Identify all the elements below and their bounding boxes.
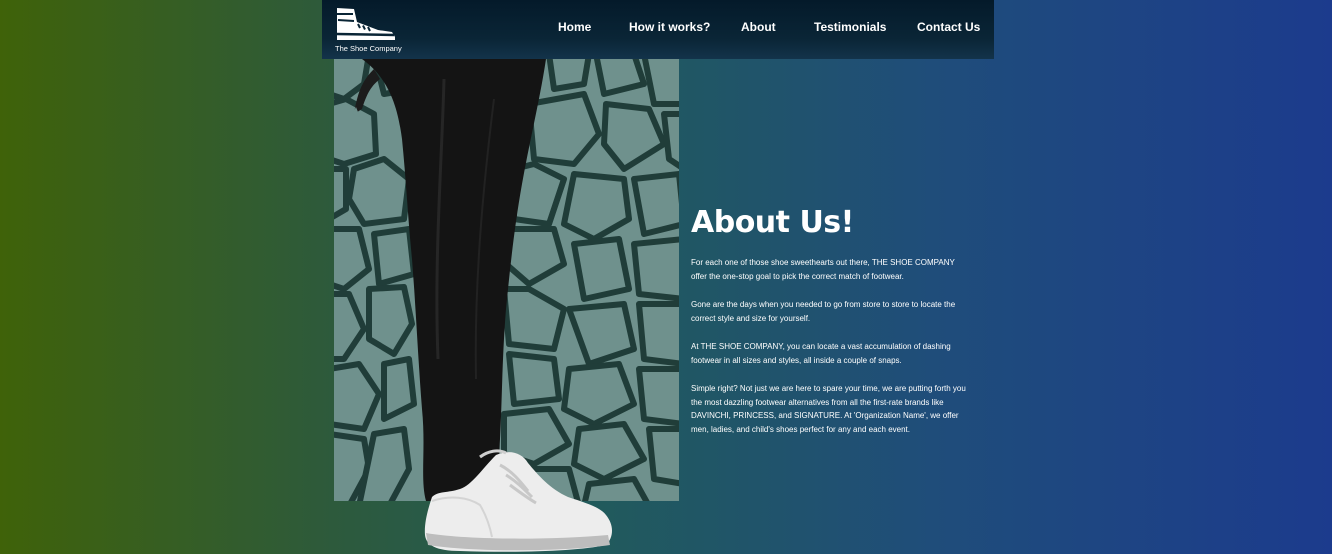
nav-link-how-it-works[interactable]: How it works?	[629, 20, 710, 34]
logo-text: The Shoe Company	[335, 44, 402, 53]
navbar: The Shoe Company Home How it works? Abou…	[322, 0, 994, 59]
sneaker-logo-icon	[336, 8, 395, 40]
about-title: About Us!	[691, 205, 854, 240]
nav-link-about[interactable]: About	[741, 20, 776, 34]
nav-link-testimonials[interactable]: Testimonials	[814, 20, 886, 34]
nav-link-contact-us[interactable]: Contact Us	[917, 20, 980, 34]
about-paragraph-1: For each one of those shoe sweethearts o…	[691, 258, 955, 281]
white-sneaker	[424, 449, 612, 552]
nav-link-home[interactable]: Home	[558, 20, 591, 34]
about-section: About Us! For each one of those shoe swe…	[691, 205, 971, 451]
about-paragraph-2: Gone are the days when you needed to go …	[691, 300, 956, 323]
about-paragraph-3: At THE SHOE COMPANY, you can locate a va…	[691, 342, 951, 365]
hero-photo	[334, 59, 679, 501]
about-paragraph-4: Simple right? Not just we are here to sp…	[691, 384, 966, 434]
logo[interactable]: The Shoe Company	[334, 6, 402, 54]
